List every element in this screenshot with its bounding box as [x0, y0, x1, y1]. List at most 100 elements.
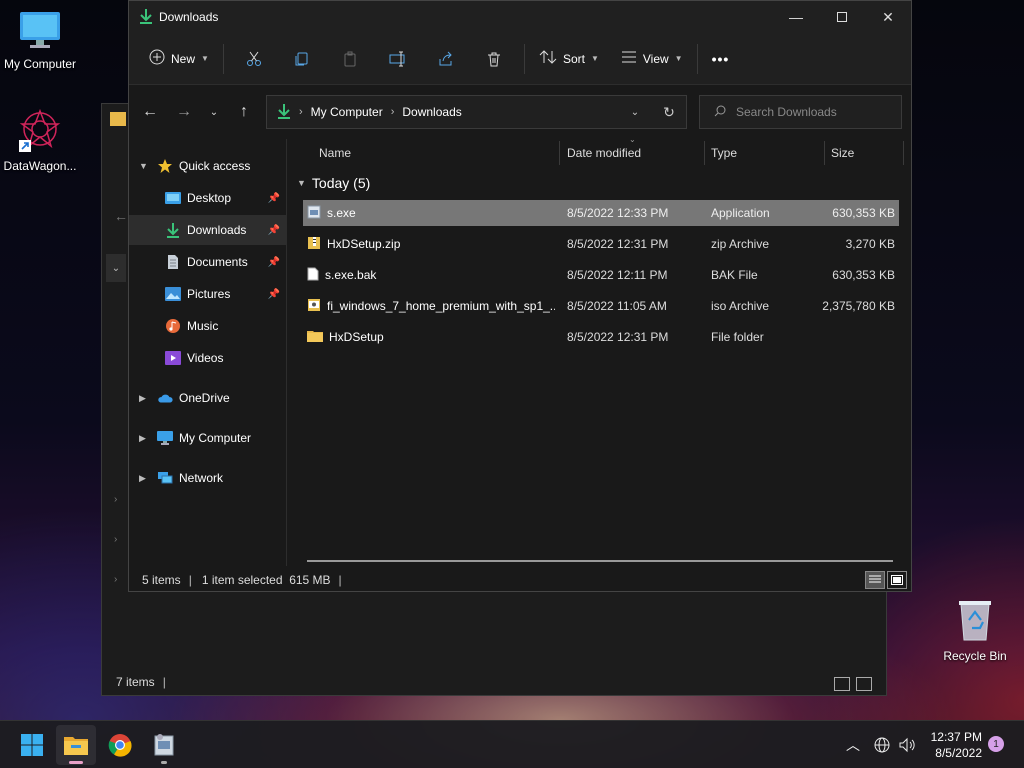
chevron-down-icon: ▼	[297, 178, 306, 188]
new-button[interactable]: New ▼	[141, 42, 217, 76]
start-button[interactable]	[12, 725, 52, 765]
group-header-today[interactable]: ▼ Today (5)	[297, 175, 370, 191]
document-icon	[165, 254, 181, 270]
breadcrumb-downloads[interactable]: Downloads	[402, 105, 461, 119]
explorer-body: ▼ Quick access Desktop 📌 Downloads 📌 Doc…	[129, 135, 911, 566]
nav-item-music[interactable]: Music	[129, 311, 286, 341]
search-box[interactable]	[699, 95, 902, 129]
taskbar-app[interactable]	[144, 725, 184, 765]
pin-icon[interactable]: 📌	[268, 257, 280, 268]
folder-icon	[110, 112, 126, 126]
show-hidden-icons-button[interactable]: ︿	[846, 721, 860, 768]
desktop-icon-recycle-bin[interactable]: Recycle Bin	[935, 598, 1015, 663]
recycle-bin-icon	[935, 598, 1015, 645]
taskbar-file-explorer[interactable]	[56, 725, 96, 765]
nav-item-documents[interactable]: Documents 📌	[129, 247, 286, 277]
up-button[interactable]: ↑	[227, 95, 261, 129]
speaker-icon	[899, 737, 915, 753]
address-row: ← → ⌄ ↑ › My Computer › Downloads ⌄ ↻	[129, 85, 911, 139]
minimize-button[interactable]: —	[773, 1, 819, 33]
pin-icon[interactable]: 📌	[268, 193, 280, 204]
paste-button[interactable]	[326, 42, 374, 76]
column-header-size[interactable]: Size	[831, 139, 854, 167]
zip-archive-icon	[307, 236, 321, 253]
more-options-button[interactable]: •••	[704, 42, 738, 76]
folder-icon	[64, 737, 88, 755]
pictures-icon	[165, 287, 181, 301]
monitor-icon	[0, 10, 80, 53]
pin-icon[interactable]: 📌	[268, 289, 280, 300]
clock[interactable]: 12:37 PM 8/5/2022	[926, 729, 982, 761]
explorer-window[interactable]: Downloads — ✕ New ▼ Sort ▼ View ▼ ••• ← …	[128, 0, 912, 592]
pin-icon[interactable]: 📌	[268, 225, 280, 236]
new-label: New	[171, 51, 196, 66]
nav-item-pictures[interactable]: Pictures 📌	[129, 279, 286, 309]
chevron-down-icon: ⌄	[106, 254, 126, 282]
nav-item-network[interactable]: ▶ Network	[129, 463, 286, 493]
details-view-button[interactable]	[865, 571, 885, 589]
file-row[interactable]: s.exe.bak 8/5/2022 12:11 PM BAK File 630…	[303, 262, 899, 288]
maximize-button[interactable]	[819, 1, 865, 33]
breadcrumb-my-computer[interactable]: My Computer	[311, 105, 383, 119]
delete-button[interactable]	[470, 42, 518, 76]
nav-item-videos[interactable]: Videos	[129, 343, 286, 373]
network-tray-button[interactable]	[874, 721, 890, 768]
plus-circle-icon	[149, 49, 165, 68]
clock-time: 12:37 PM	[930, 730, 982, 744]
star-icon	[157, 158, 173, 174]
address-bar[interactable]: › My Computer › Downloads ⌄ ↻	[266, 95, 687, 129]
nav-item-my-computer[interactable]: ▶ My Computer	[129, 423, 286, 453]
column-header-type[interactable]: Type	[711, 139, 737, 167]
file-row[interactable]: HxDSetup.zip 8/5/2022 12:31 PM zip Archi…	[303, 231, 899, 257]
notification-badge[interactable]: 1	[988, 736, 1004, 752]
chevron-right-icon[interactable]: ▶	[139, 473, 151, 484]
search-input[interactable]	[736, 105, 886, 119]
column-header-name[interactable]: Name	[319, 139, 351, 167]
file-row[interactable]: fi_windows_7_home_premium_with_sp1_... 8…	[303, 293, 899, 319]
cloud-icon	[157, 392, 173, 404]
refresh-button[interactable]: ↻	[652, 96, 686, 128]
details-view-icon[interactable]	[834, 677, 850, 691]
address-dropdown-button[interactable]: ⌄	[618, 96, 652, 128]
tiles-view-button[interactable]	[887, 571, 907, 589]
tiles-view-icon[interactable]	[856, 677, 872, 691]
sort-button[interactable]: Sort ▼	[531, 42, 607, 76]
desktop-icon-label: My Computer	[3, 57, 77, 71]
sort-indicator-icon: ⌄	[629, 135, 636, 144]
download-icon	[165, 222, 181, 238]
recent-locations-button[interactable]: ⌄	[197, 95, 231, 129]
back-button[interactable]: ←	[133, 95, 167, 129]
download-icon	[139, 8, 153, 27]
taskbar-chrome[interactable]	[100, 725, 140, 765]
tiles-view-icon	[891, 575, 903, 585]
file-row[interactable]: HxDSetup 8/5/2022 12:31 PM File folder	[303, 324, 899, 350]
nav-item-quick-access[interactable]: ▼ Quick access	[129, 151, 286, 181]
windows-logo-icon	[21, 734, 43, 756]
share-button[interactable]	[422, 42, 470, 76]
background-view-buttons	[834, 677, 872, 691]
view-button[interactable]: View ▼	[613, 42, 691, 76]
desktop-icon-datawagon[interactable]: DataWagon...	[0, 106, 80, 173]
close-button[interactable]: ✕	[865, 1, 911, 33]
nav-item-desktop[interactable]: Desktop 📌	[129, 183, 286, 213]
iso-archive-icon	[307, 298, 321, 315]
rename-button[interactable]	[374, 42, 422, 76]
horizontal-scrollbar[interactable]	[307, 560, 893, 562]
chevron-down-icon[interactable]: ▼	[139, 161, 151, 171]
nav-item-onedrive[interactable]: ▶ OneDrive	[129, 383, 286, 413]
chevron-right-icon[interactable]: ▶	[139, 393, 151, 404]
forward-button[interactable]: →	[167, 95, 201, 129]
back-arrow-icon: ←	[114, 208, 128, 224]
file-row[interactable]: s.exe 8/5/2022 12:33 PM Application 630,…	[303, 200, 899, 226]
cut-button[interactable]	[230, 42, 278, 76]
chevron-right-icon[interactable]: ▶	[139, 433, 151, 444]
desktop-icon-my-computer[interactable]: My Computer	[0, 10, 80, 71]
file-list-pane: Name Date modified ⌄ Type Size ▼ Today (…	[289, 135, 911, 566]
volume-button[interactable]	[898, 721, 916, 768]
application-icon	[307, 205, 321, 222]
title-bar[interactable]: Downloads — ✕	[129, 1, 911, 33]
copy-button[interactable]	[278, 42, 326, 76]
nav-item-downloads[interactable]: Downloads 📌	[129, 215, 286, 245]
download-icon	[277, 103, 291, 122]
datawagon-shortcut-icon	[0, 106, 80, 155]
